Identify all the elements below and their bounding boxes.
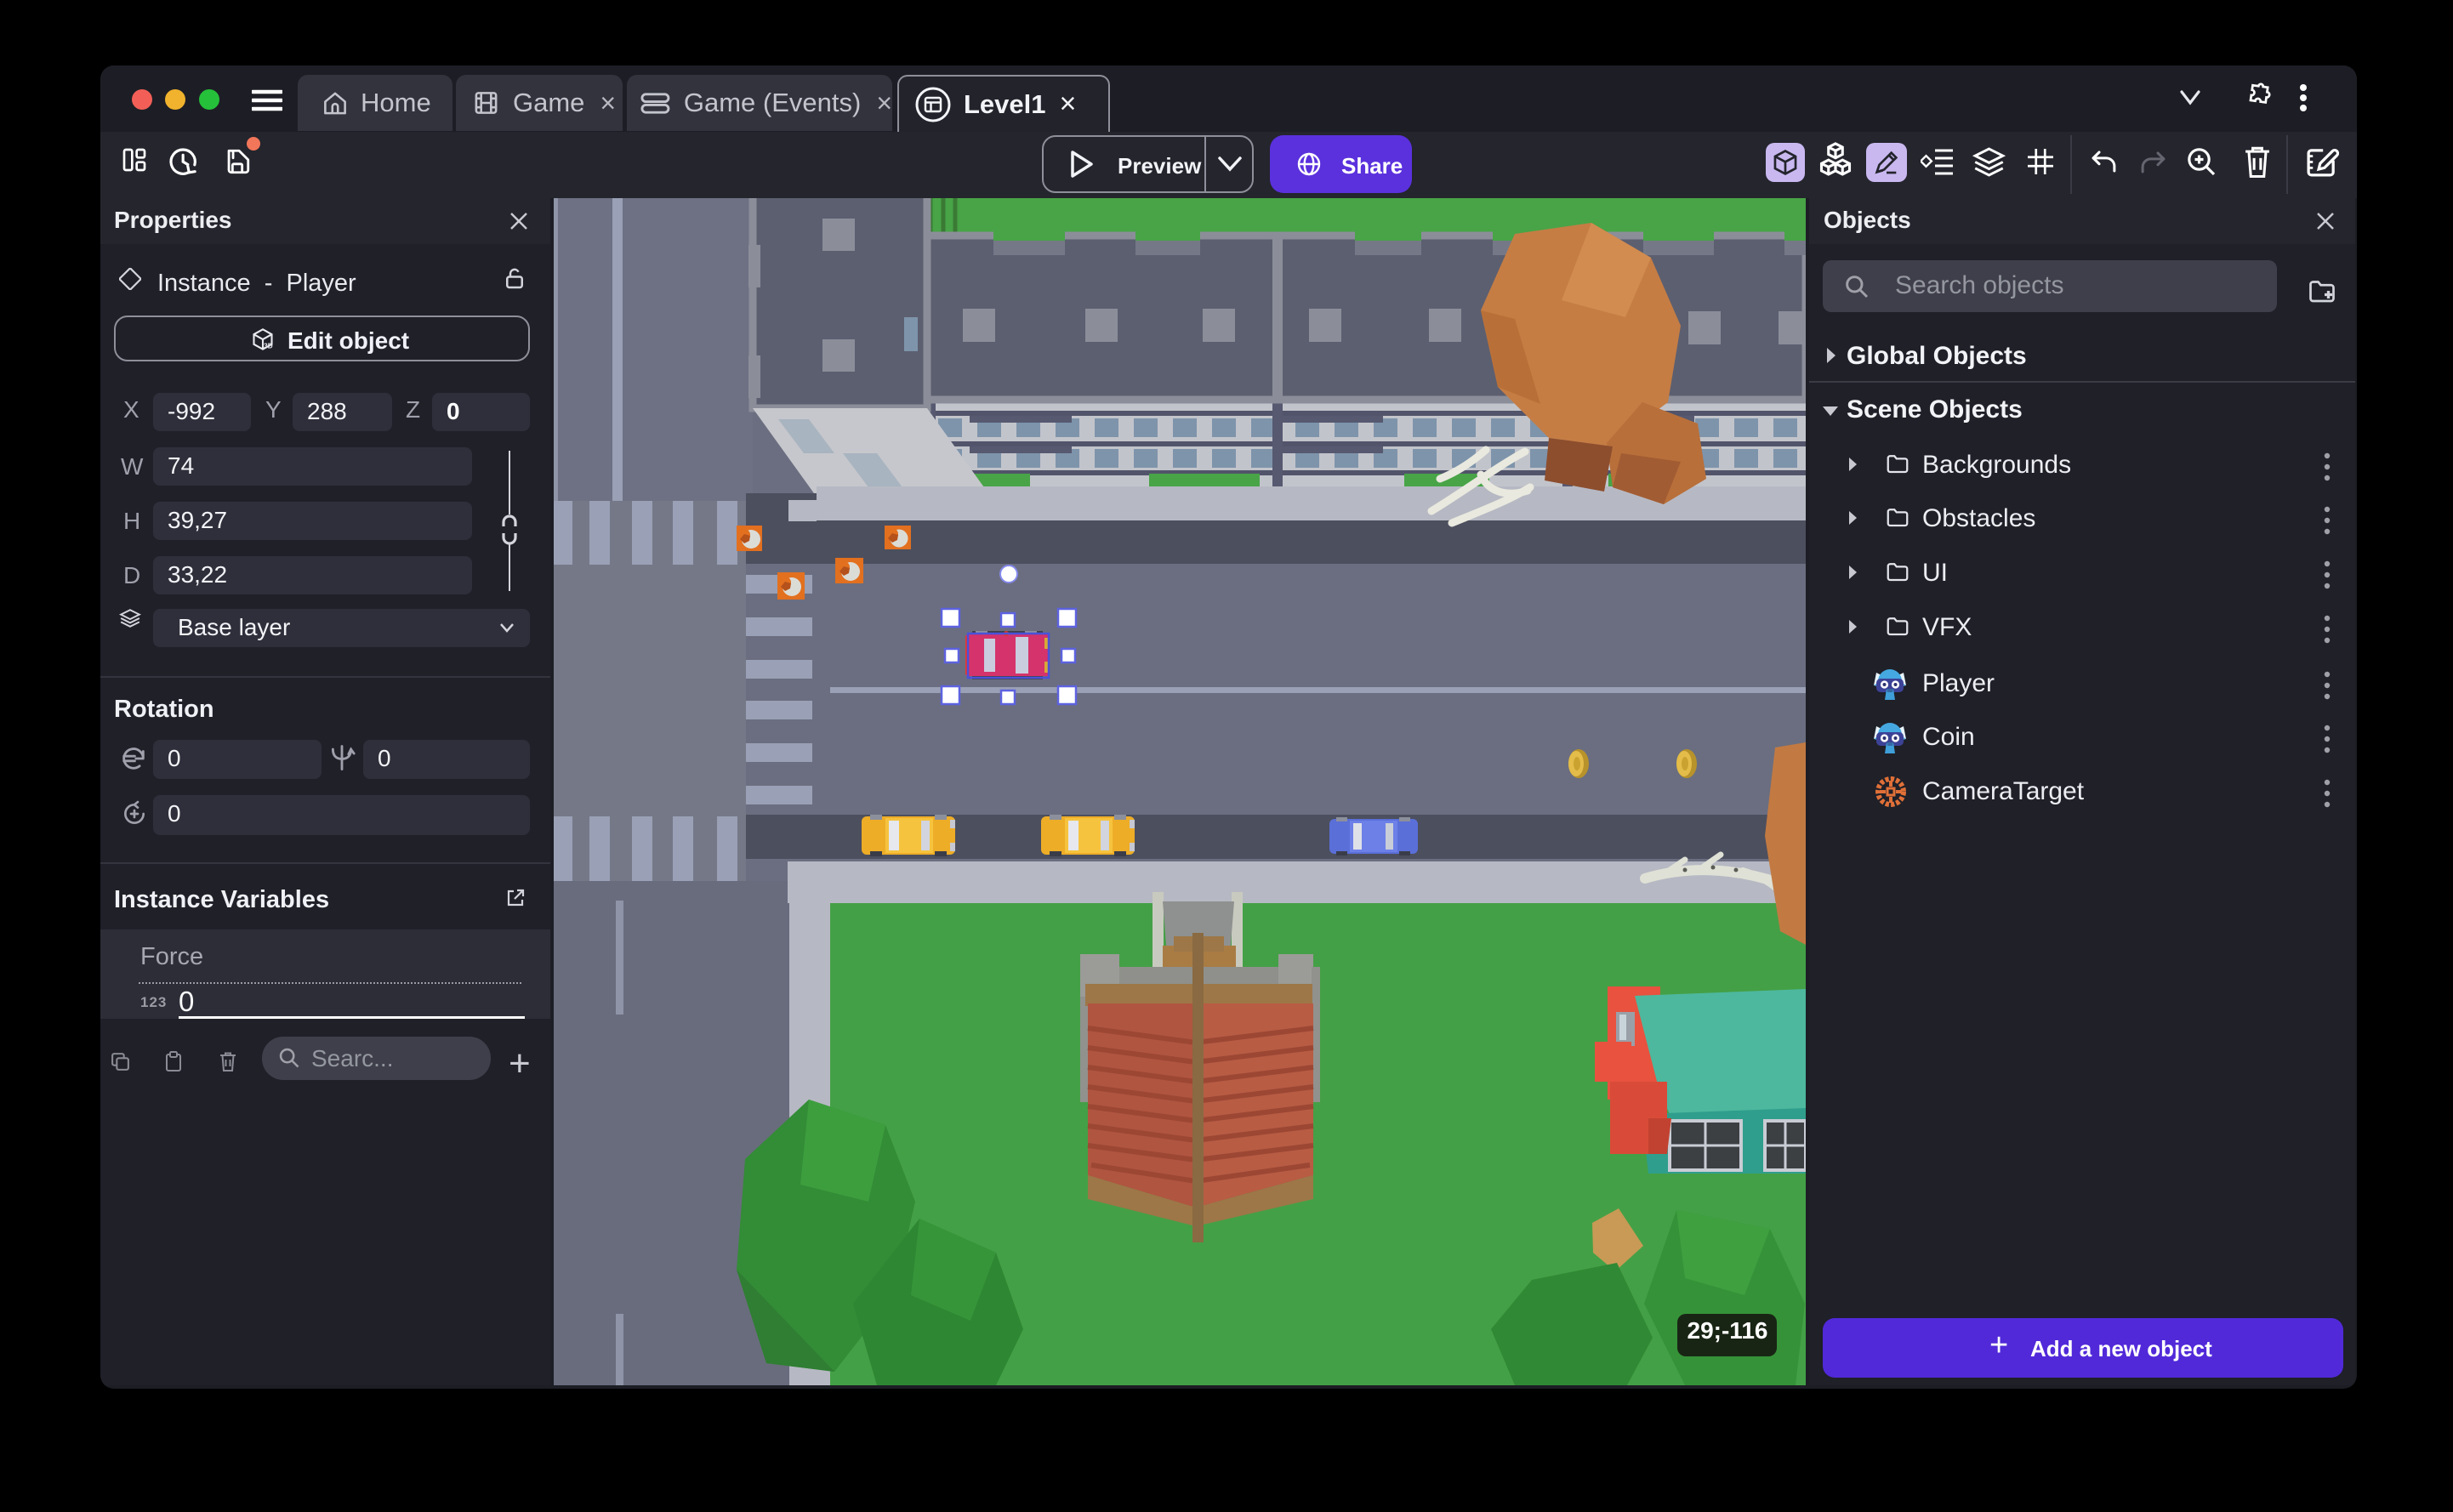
svg-text:29;-116: 29;-116 xyxy=(1688,1317,1768,1344)
svg-text:3D: 3D xyxy=(264,343,273,350)
